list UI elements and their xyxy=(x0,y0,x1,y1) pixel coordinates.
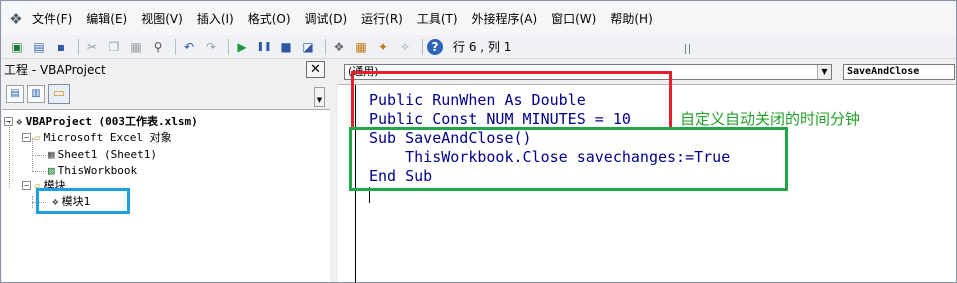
menu-help[interactable]: 帮助(H) xyxy=(610,10,652,27)
view-code-icon[interactable]: ▤ xyxy=(6,84,24,103)
cursor-position: 行 6 , 列 1 xyxy=(453,40,512,54)
tree-node-vbaproject[interactable]: − ❖ VBAProject (003工作表.xlsm) xyxy=(4,113,198,129)
copy-icon[interactable]: ❐ xyxy=(105,38,123,56)
run-icon[interactable]: ▶ xyxy=(233,38,251,56)
annotation-text: 自定义自动关闭的时间分钟 xyxy=(680,110,861,128)
folder-open-icon: ▱ xyxy=(34,130,41,144)
module-highlight-box xyxy=(36,188,130,214)
menu-file[interactable]: 文件(F) xyxy=(32,10,72,27)
menu-addins[interactable]: 外接程序(A) xyxy=(472,10,538,27)
tree-node-thisworkbook[interactable]: ▧ ThisWorkbook xyxy=(48,162,137,178)
standard-toolbar: ▣ ▤ ▪ ✂ ❐ ▦ ⚲ ↶ ↷ ▶ ❚❚ ■ ◪ ❖ ▦ ✦ ✧ ? 行 6… xyxy=(2,35,956,59)
dropdown-arrow-icon[interactable]: ▼ xyxy=(817,65,831,79)
toolbar-separator xyxy=(175,38,176,55)
menu-view[interactable]: 视图(V) xyxy=(141,10,183,27)
workbook-icon: ▧ xyxy=(48,163,55,177)
toggle-folders-icon[interactable]: ▭ xyxy=(48,83,70,104)
tree-node-label: VBAProject (003工作表.xlsm) xyxy=(25,115,198,128)
menu-window[interactable]: 窗口(W) xyxy=(551,10,596,27)
tree-node-sheet1[interactable]: ▦ Sheet1 (Sheet1) xyxy=(48,146,157,162)
menu-run[interactable]: 运行(R) xyxy=(361,10,403,27)
cut-icon[interactable]: ✂ xyxy=(83,38,101,56)
toolbar-grip[interactable] xyxy=(685,44,690,54)
menu-format[interactable]: 格式(O) xyxy=(248,10,291,27)
collapse-icon[interactable]: − xyxy=(4,116,13,126)
scroll-down-icon[interactable]: ▼ xyxy=(314,87,325,107)
toolbox-icon[interactable]: ✧ xyxy=(396,38,414,56)
toolbar-separator xyxy=(228,38,229,55)
tree-node-label: Microsoft Excel 对象 xyxy=(43,131,172,144)
annotation-box-red xyxy=(351,71,672,130)
tree-connector xyxy=(32,155,46,156)
properties-icon[interactable]: ▦ xyxy=(352,38,370,56)
design-mode-icon[interactable]: ◪ xyxy=(299,38,317,56)
toolbar-separator xyxy=(422,38,423,55)
pane-splitter[interactable] xyxy=(330,59,338,282)
tree-connector xyxy=(9,122,10,188)
toolbar-separator xyxy=(325,38,326,55)
view-object-icon[interactable]: ▥ xyxy=(27,84,45,103)
object-browser-icon[interactable]: ✦ xyxy=(374,38,392,56)
annotation-box-green xyxy=(349,127,788,191)
save-icon[interactable]: ▪ xyxy=(52,38,70,56)
close-icon[interactable]: ✕ xyxy=(306,61,325,78)
menu-debug[interactable]: 调试(D) xyxy=(305,10,348,27)
vbe-app-icon[interactable]: ❖ xyxy=(6,9,26,29)
menu-tools[interactable]: 工具(T) xyxy=(417,10,458,27)
find-icon[interactable]: ⚲ xyxy=(149,38,167,56)
procedure-dropdown[interactable]: SaveAndClose xyxy=(843,64,955,80)
paste-icon[interactable]: ▦ xyxy=(127,38,145,56)
project-explorer-title: 工程 - VBAProject xyxy=(2,59,330,79)
menu-bar: ❖ 文件(F) 编辑(E) 视图(V) 插入(I) 格式(O) 调试(D) 运行… xyxy=(2,2,956,35)
code-editor[interactable]: Public RunWhen As Double Public Const NU… xyxy=(338,71,956,283)
reset-icon[interactable]: ■ xyxy=(277,38,295,56)
collapse-icon[interactable]: − xyxy=(22,180,31,190)
vbaproject-icon: ❖ xyxy=(16,114,23,128)
vbe-window: ❖ 文件(F) 编辑(E) 视图(V) 插入(I) 格式(O) 调试(D) 运行… xyxy=(0,0,957,283)
redo-icon[interactable]: ↷ xyxy=(202,38,220,56)
tree-node-label: Sheet1 (Sheet1) xyxy=(57,147,157,161)
undo-icon[interactable]: ↶ xyxy=(180,38,198,56)
worksheet-icon: ▦ xyxy=(48,147,55,161)
tree-node-label: ThisWorkbook xyxy=(57,163,138,177)
collapse-icon[interactable]: − xyxy=(22,132,31,142)
menu-edit[interactable]: 编辑(E) xyxy=(86,10,127,27)
menu-insert[interactable]: 插入(I) xyxy=(197,10,234,27)
view-excel-icon[interactable]: ▣ xyxy=(8,38,26,56)
break-icon[interactable]: ❚❚ xyxy=(255,38,273,56)
insert-userform-icon[interactable]: ▤ xyxy=(30,38,48,56)
toolbar-separator xyxy=(78,38,79,55)
tree-connector xyxy=(32,171,46,172)
project-explorer-icon[interactable]: ❖ xyxy=(330,38,348,56)
project-tree: − ❖ VBAProject (003工作表.xlsm) − ▱ Microso… xyxy=(2,109,330,282)
project-explorer-toolbar: ▤ ▥ ▭ xyxy=(2,81,330,106)
tree-node-excel-objects[interactable]: − ▱ Microsoft Excel 对象 xyxy=(22,129,172,145)
help-icon[interactable]: ? xyxy=(427,38,443,55)
